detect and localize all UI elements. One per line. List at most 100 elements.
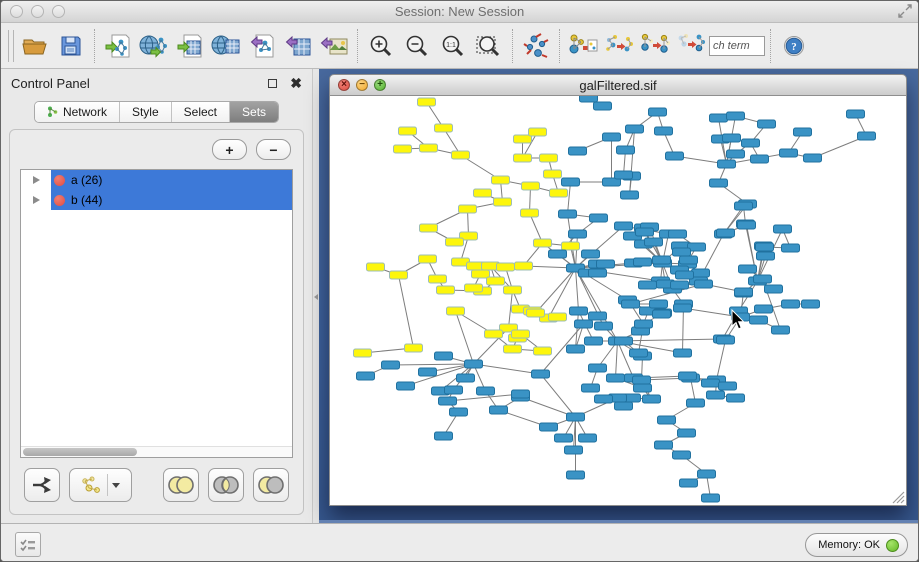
apply-layout-button[interactable] [518,27,554,65]
graph-node-selected[interactable] [390,271,408,279]
close-panel-icon[interactable]: ✖ [290,76,302,90]
graph-node[interactable] [723,134,741,142]
graph-node[interactable] [582,384,600,392]
graph-node[interactable] [692,269,710,277]
graph-edge[interactable] [568,214,576,268]
scrollbar-thumb[interactable] [23,448,137,456]
graph-node-selected[interactable] [512,330,530,338]
graph-node[interactable] [512,390,530,398]
graph-node[interactable] [621,191,639,199]
graph-node[interactable] [615,171,633,179]
graph-node[interactable] [569,147,587,155]
resize-grip-icon[interactable] [892,491,905,504]
graph-node-selected[interactable] [544,170,562,178]
graph-node[interactable] [617,146,635,154]
graph-node-selected[interactable] [504,345,522,353]
graph-node-selected[interactable] [474,189,492,197]
graph-node[interactable] [717,229,735,237]
tab-style[interactable]: Style [120,102,172,122]
graph-node[interactable] [739,265,757,273]
graph-node-selected[interactable] [485,330,503,338]
graph-node[interactable] [756,243,774,251]
toolbar-grip[interactable] [8,30,14,62]
import-table-file-button[interactable] [172,27,208,65]
graph-node[interactable] [595,395,613,403]
graph-node[interactable] [719,382,737,390]
graph-node-selected[interactable] [550,189,568,197]
expand-arrow-icon[interactable] [21,170,51,190]
graph-node[interactable] [765,285,783,293]
panel-splitter[interactable] [312,69,319,523]
graph-node-selected[interactable] [549,313,567,321]
search-input[interactable] [709,36,765,56]
graph-edge[interactable] [616,341,618,378]
export-image-button[interactable] [316,27,352,65]
graph-node-selected[interactable] [459,205,477,213]
graph-node-selected[interactable] [437,286,455,294]
graph-node[interactable] [465,360,483,368]
memory-status-button[interactable]: Memory: OK [805,533,908,557]
graph-node[interactable] [439,397,457,405]
graph-node[interactable] [679,372,697,380]
graph-node[interactable] [589,312,607,320]
graph-node-selected[interactable] [487,277,505,285]
graph-node-selected[interactable] [447,307,465,315]
list-item[interactable]: b (44) [21,190,292,210]
graph-node[interactable] [717,336,735,344]
graph-node-selected[interactable] [504,286,522,294]
graph-node[interactable] [603,133,621,141]
graph-node[interactable] [754,275,772,283]
network-canvas[interactable] [329,96,907,506]
graph-node-selected[interactable] [527,309,545,317]
new-network-selected-nodes-all-edges-button[interactable] [565,27,601,65]
graph-node[interactable] [738,221,756,229]
graph-node[interactable] [727,112,745,120]
graph-node[interactable] [674,304,692,312]
graph-node[interactable] [634,258,652,266]
new-network-selected-nodes-selected-edges-button[interactable] [601,27,637,65]
graph-node[interactable] [669,230,687,238]
graph-node[interactable] [590,214,608,222]
graph-node[interactable] [589,364,607,372]
graph-node[interactable] [633,376,651,384]
graph-node-selected[interactable] [354,349,372,357]
graph-node-selected[interactable] [529,128,547,136]
zoom-out-button[interactable] [399,27,435,65]
graph-node[interactable] [635,320,653,328]
tab-sets[interactable]: Sets [230,102,278,122]
graph-node[interactable] [639,281,657,289]
import-network-file-button[interactable] [100,27,136,65]
graph-node[interactable] [585,337,603,345]
zoom-actual-size-button[interactable]: 1:1 [435,27,471,65]
graph-node[interactable] [445,386,463,394]
graph-node[interactable] [477,387,495,395]
graph-node[interactable] [702,379,720,387]
graph-node[interactable] [727,394,745,402]
graph-node[interactable] [630,349,648,357]
graph-node[interactable] [658,416,676,424]
graph-node[interactable] [382,361,400,369]
graph-node-selected[interactable] [494,198,512,206]
graph-node[interactable] [579,434,597,442]
graph-node[interactable] [710,114,728,122]
graph-node[interactable] [687,399,705,407]
graph-node[interactable] [666,152,684,160]
graph-node-selected[interactable] [399,127,417,135]
graph-node[interactable] [567,345,585,353]
open-session-button[interactable] [17,27,53,65]
graph-node[interactable] [782,300,800,308]
intersect-sets-button[interactable] [208,468,244,502]
graph-node[interactable] [678,429,696,437]
select-first-neighbors-button[interactable] [637,27,673,65]
graph-node[interactable] [847,110,865,118]
graph-node-selected[interactable] [446,238,464,246]
graph-node[interactable] [435,432,453,440]
graph-node[interactable] [569,230,587,238]
list-item[interactable]: a (26) [21,170,292,190]
graph-node[interactable] [702,494,720,502]
tab-network[interactable]: Network [35,102,120,122]
graph-node-selected[interactable] [420,144,438,152]
graph-node-selected[interactable] [497,263,515,271]
graph-node[interactable] [532,370,550,378]
graph-node-selected[interactable] [534,239,552,247]
